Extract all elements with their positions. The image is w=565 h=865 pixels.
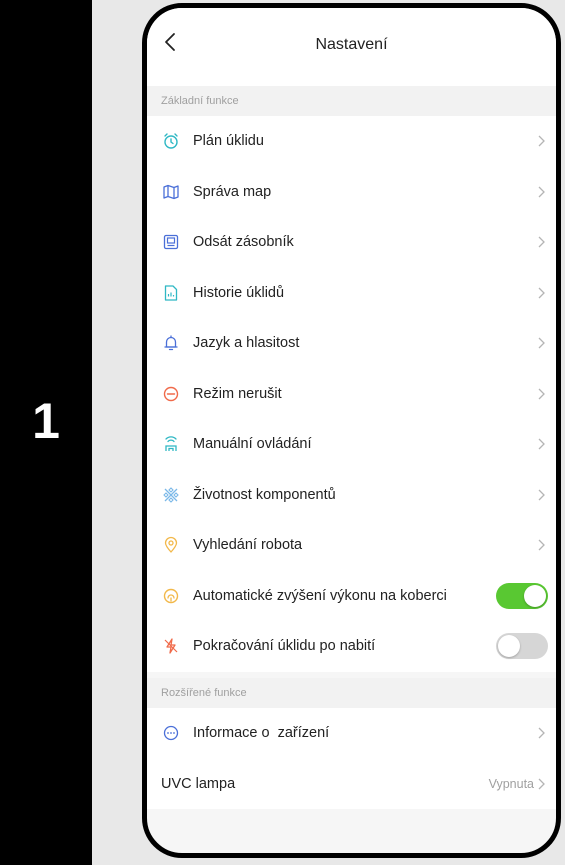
chevron-right-icon [538,727,545,739]
chevron-right-icon [538,337,545,349]
menu-item-device-info[interactable]: Informace o zařízení [147,708,556,759]
resume-after-charge-toggle[interactable] [496,633,548,660]
bell-icon [161,333,181,353]
menu-item-find-robot[interactable]: Vyhledání robota [147,520,556,571]
charging-icon [161,636,181,656]
chevron-right-icon [538,778,545,790]
menu-item-label: Režim nerušit [193,385,282,402]
menu-item-carpet-boost: Automatické zvýšení výkonu na koberci [147,571,556,622]
toggle-knob [498,635,520,658]
menu-item-label: Správa map [193,183,272,200]
extended-functions-list: Informace o zařízení UVC lampa Vypnuta [147,708,556,809]
chevron-right-icon [538,186,545,198]
nav-bar: Nastavení [147,8,556,86]
alarm-clock-icon [161,131,181,151]
step-number: 1 [32,393,60,449]
carpet-boost-icon [161,586,181,606]
menu-item-label: Odsát zásobník [193,234,294,251]
uvc-lamp-status: Vypnuta [488,776,534,791]
chevron-right-icon [538,287,545,299]
map-icon [161,182,181,202]
chevron-right-icon [538,236,545,248]
phone-screen: Nastavení Základní funkce Plán úklidu Sp… [142,3,561,858]
location-pin-icon [161,535,181,555]
dustbin-icon [161,232,181,252]
history-document-icon [161,283,181,303]
menu-item-language-volume[interactable]: Jazyk a hlasitost [147,318,556,369]
chevron-right-icon [538,438,545,450]
chevron-right-icon [538,489,545,501]
page-title: Nastavení [315,36,388,53]
menu-item-empty-dustbin[interactable]: Odsát zásobník [147,217,556,268]
menu-item-label: Jazyk a hlasitost [193,335,300,352]
chevron-right-icon [538,539,545,551]
menu-item-cleaning-history[interactable]: Historie úklidů [147,268,556,319]
menu-item-uvc-lamp[interactable]: UVC lampa Vypnuta [147,759,556,810]
components-icon [161,485,181,505]
info-dots-icon [161,723,181,743]
left-step-bar: 1 [0,0,92,865]
menu-item-label: Vyhledání robota [193,537,303,554]
carpet-boost-toggle[interactable] [496,582,548,609]
menu-item-resume-after-charge: Pokračování úklidu po nabití [147,621,556,672]
chevron-right-icon [538,388,545,400]
do-not-disturb-icon [161,384,181,404]
menu-item-label: Plán úklidu [193,133,264,150]
menu-item-label: Historie úklidů [193,284,285,301]
menu-item-label: Informace o zařízení [193,725,330,742]
menu-item-cleaning-plan[interactable]: Plán úklidu [147,116,556,167]
section-label-basic: Základní funkce [147,86,556,116]
toggle-knob [524,584,546,607]
menu-item-do-not-disturb[interactable]: Režim nerušit [147,369,556,420]
chevron-right-icon [538,135,545,147]
remote-control-icon [161,434,181,454]
menu-item-component-life[interactable]: Životnost komponentů [147,470,556,521]
section-label-extended: Rozšířené funkce [147,678,556,708]
menu-item-label: Manuální ovládání [193,436,312,453]
basic-functions-list: Plán úklidu Správa map Odsát zásobník Hi… [147,116,556,672]
menu-item-manual-control[interactable]: Manuální ovládání [147,419,556,470]
menu-item-label: Životnost komponentů [193,486,336,503]
menu-item-map-management[interactable]: Správa map [147,167,556,218]
